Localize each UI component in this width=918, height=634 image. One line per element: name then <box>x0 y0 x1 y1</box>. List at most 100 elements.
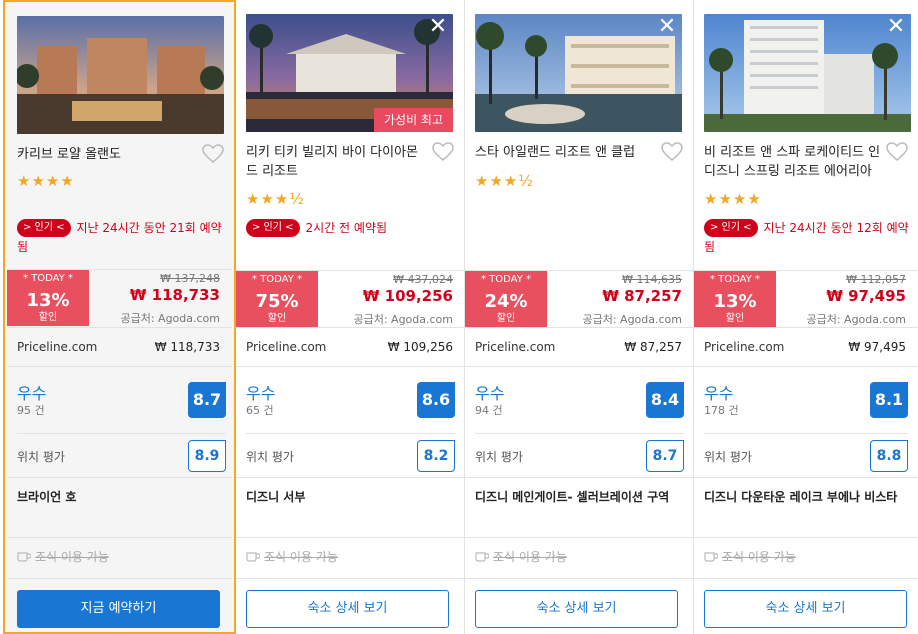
provider-name: Priceline.com <box>475 340 556 354</box>
provider-name: Priceline.com <box>704 340 785 354</box>
hotel-photo[interactable] <box>17 16 224 134</box>
discount-percent: 13% <box>26 290 70 311</box>
divider <box>465 537 694 538</box>
divider <box>704 433 908 434</box>
divider <box>694 578 918 579</box>
coffee-cup-icon <box>704 550 719 562</box>
deal-price[interactable]: ₩ 87,257 <box>602 287 682 305</box>
today-discount-badge: * TODAY * 75% 할인 <box>236 271 318 327</box>
deal-price[interactable]: ₩ 109,256 <box>363 287 453 305</box>
provider-name: Priceline.com <box>246 340 327 354</box>
discount-label: 할인 <box>267 313 287 324</box>
hotel-name[interactable]: 리키 티키 빌리지 바이 다이아몬드 리조트 <box>246 143 428 181</box>
divider <box>475 433 684 434</box>
deal-price[interactable]: ₩ 97,495 <box>826 287 906 305</box>
discount-label: 할인 <box>496 313 516 324</box>
favorite-heart-icon[interactable] <box>432 142 454 162</box>
close-icon[interactable]: ✕ <box>656 16 678 38</box>
divider <box>7 477 232 478</box>
favorite-heart-icon[interactable] <box>202 144 224 164</box>
guest-rating: 우수 65 건 8.6 <box>246 378 455 430</box>
coffee-cup-icon <box>17 550 32 562</box>
hotel-photo[interactable]: ✕ <box>704 14 911 132</box>
hotel-card[interactable]: ✕ 비 리조트 앤 스파 로케이티드 인 디즈니 스프링 리조트 에어리아 ★★… <box>694 0 918 634</box>
breakfast-label: 조식 이용 가능 <box>264 550 338 564</box>
hotel-photo[interactable]: ✕ 가성비 최고 <box>246 14 453 132</box>
coffee-cup-icon <box>475 550 490 562</box>
popular-badge: > 인기 < <box>246 219 300 237</box>
original-price: ₩ 437,024 <box>393 273 453 286</box>
today-label: * TODAY * <box>251 274 303 285</box>
popular-notice: > 인기 < 지난 24시간 동안 21회 예약됨 <box>17 219 227 257</box>
provider-name: Priceline.com <box>17 340 98 354</box>
hotel-card[interactable]: ✕ 가성비 최고 리키 티키 빌리지 바이 다이아몬드 리조트 ★★★½ > 인… <box>236 0 465 634</box>
provider-price-row[interactable]: Priceline.com ₩ 109,256 <box>236 327 465 367</box>
provider-price-row[interactable]: Priceline.com ₩ 118,733 <box>7 327 232 367</box>
location-score-badge: 8.9 <box>188 440 226 472</box>
breakfast-amenity: 조식 이용 가능 <box>704 548 796 565</box>
breakfast-amenity: 조식 이용 가능 <box>246 548 338 565</box>
divider <box>7 537 232 538</box>
deal-price[interactable]: ₩ 118,733 <box>130 286 220 304</box>
location-rating: 위치 평가 8.2 <box>246 440 455 472</box>
today-deal-row[interactable]: * TODAY * 24% 할인 ₩ 114,635 ₩ 87,257 공급처:… <box>465 270 694 327</box>
hotel-card[interactable]: ✕ 스타 아일랜드 리조트 앤 클럽 ★★★½ * TODAY * 24% 할인… <box>465 0 694 634</box>
divider <box>465 578 694 579</box>
breakfast-amenity: 조식 이용 가능 <box>17 548 109 565</box>
location-score-badge: 8.8 <box>870 440 908 472</box>
supplier: 공급처: Agoda.com <box>582 313 682 326</box>
discount-label: 할인 <box>725 313 745 324</box>
provider-price-row[interactable]: Priceline.com ₩ 97,495 <box>694 327 918 367</box>
breakfast-label: 조식 이용 가능 <box>493 550 567 564</box>
today-discount-badge: * TODAY * 13% 할인 <box>694 271 776 327</box>
close-icon[interactable]: ✕ <box>885 16 907 38</box>
hotel-card-selected[interactable]: 카리브 로얄 올랜도 ★★★★ > 인기 < 지난 24시간 동안 21회 예약됨… <box>3 0 236 634</box>
today-deal-row[interactable]: * TODAY * 75% 할인 ₩ 437,024 ₩ 109,256 공급처… <box>236 270 465 327</box>
location-label: 위치 평가 <box>17 450 65 464</box>
divider <box>694 537 918 538</box>
close-icon[interactable]: ✕ <box>427 16 449 38</box>
hotel-name[interactable]: 스타 아일랜드 리조트 앤 클럽 <box>475 143 657 162</box>
location-rating: 위치 평가 8.8 <box>704 440 908 472</box>
review-count: 178 건 <box>704 404 739 417</box>
original-price: ₩ 114,635 <box>622 273 682 286</box>
breakfast-label: 조식 이용 가능 <box>722 550 796 564</box>
hotel-comparison-grid: 카리브 로얄 올랜도 ★★★★ > 인기 < 지난 24시간 동안 21회 예약됨… <box>0 0 918 634</box>
view-details-button[interactable]: 숙소 상세 보기 <box>704 590 907 628</box>
star-rating: ★★★★ <box>17 172 75 190</box>
favorite-heart-icon[interactable] <box>886 142 908 162</box>
score-badge: 8.7 <box>188 382 226 418</box>
guest-rating: 우수 94 건 8.4 <box>475 378 684 430</box>
popular-notice: > 인기 < 지난 24시간 동안 12회 예약됨 <box>704 219 914 257</box>
discount-percent: 13% <box>713 291 757 312</box>
popular-badge: > 인기 < <box>17 219 71 237</box>
rating-word: 우수 <box>17 384 47 403</box>
today-label: * TODAY * <box>480 274 532 285</box>
view-details-button[interactable]: 숙소 상세 보기 <box>475 590 678 628</box>
today-label: * TODAY * <box>709 274 761 285</box>
review-count: 65 건 <box>246 404 274 417</box>
hotel-name[interactable]: 카리브 로얄 올랜도 <box>17 145 199 164</box>
discount-percent: 24% <box>484 291 528 312</box>
hotel-photo[interactable]: ✕ <box>475 14 682 132</box>
star-rating: ★★★★ <box>704 190 762 208</box>
breakfast-amenity: 조식 이용 가능 <box>475 548 567 565</box>
hotel-name[interactable]: 비 리조트 앤 스파 로케이티드 인 디즈니 스프링 리조트 에어리아 <box>704 143 886 181</box>
divider <box>465 477 694 478</box>
original-price: ₩ 112,057 <box>846 273 906 286</box>
view-details-button[interactable]: 숙소 상세 보기 <box>246 590 449 628</box>
best-value-badge: 가성비 최고 <box>373 108 453 132</box>
book-now-button[interactable]: 지금 예약하기 <box>17 590 220 628</box>
today-deal-row[interactable]: * TODAY * 13% 할인 ₩ 137,248 ₩ 118,733 공급처… <box>7 269 232 326</box>
score-badge: 8.4 <box>646 382 684 418</box>
area-name: 디즈니 메인게이트- 셀러브레이션 구역 <box>475 490 670 504</box>
review-count: 94 건 <box>475 404 503 417</box>
provider-price: ₩ 87,257 <box>624 340 682 354</box>
area-name: 브라이언 호 <box>17 490 77 504</box>
location-score-badge: 8.2 <box>417 440 455 472</box>
today-deal-row[interactable]: * TODAY * 13% 할인 ₩ 112,057 ₩ 97,495 공급처:… <box>694 270 918 327</box>
favorite-heart-icon[interactable] <box>661 142 683 162</box>
divider <box>236 578 465 579</box>
provider-price-row[interactable]: Priceline.com ₩ 87,257 <box>465 327 694 367</box>
guest-rating: 우수 178 건 8.1 <box>704 378 908 430</box>
